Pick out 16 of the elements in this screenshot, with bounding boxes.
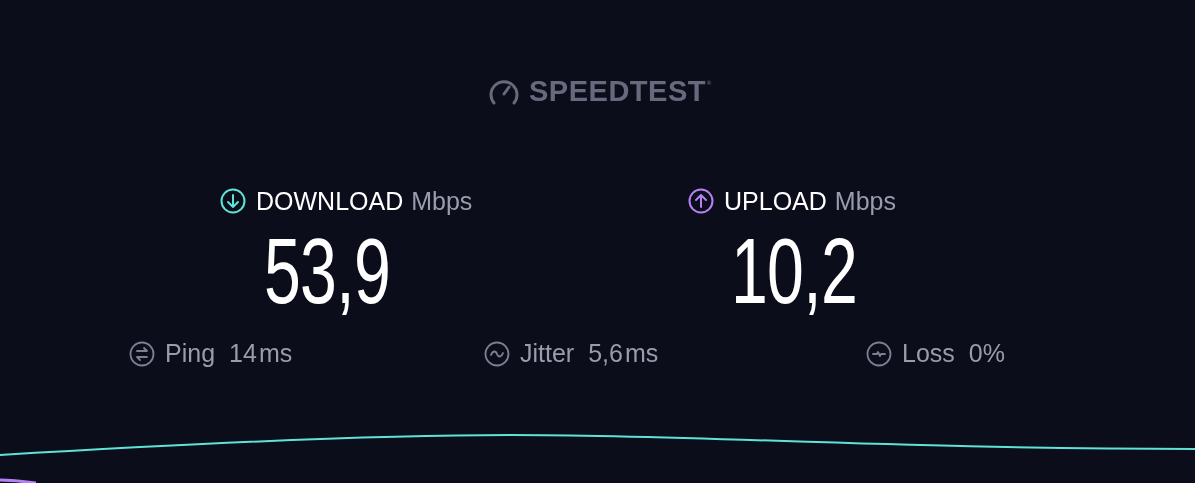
wave-icon	[484, 340, 510, 367]
speed-value: 10,2	[731, 225, 858, 317]
stat-label: Ping	[165, 339, 216, 368]
stat-label: Loss	[902, 339, 955, 368]
unit-label: Mbps	[834, 186, 896, 216]
pulse-icon	[866, 340, 892, 367]
stat-value: 14ms	[229, 339, 293, 368]
metric-label: UPLOAD	[724, 186, 827, 216]
arrows-icon	[129, 340, 155, 367]
stat-value: 5,6ms	[588, 339, 659, 368]
unit-label: Mbps	[411, 186, 473, 216]
stat-label: Jitter	[520, 339, 575, 368]
metric-label: DOWNLOAD	[256, 186, 404, 216]
speed-value: 53,9	[264, 225, 391, 317]
stat-value: 0%	[968, 339, 1005, 368]
logo-text: SPEEDTEST	[529, 74, 706, 108]
